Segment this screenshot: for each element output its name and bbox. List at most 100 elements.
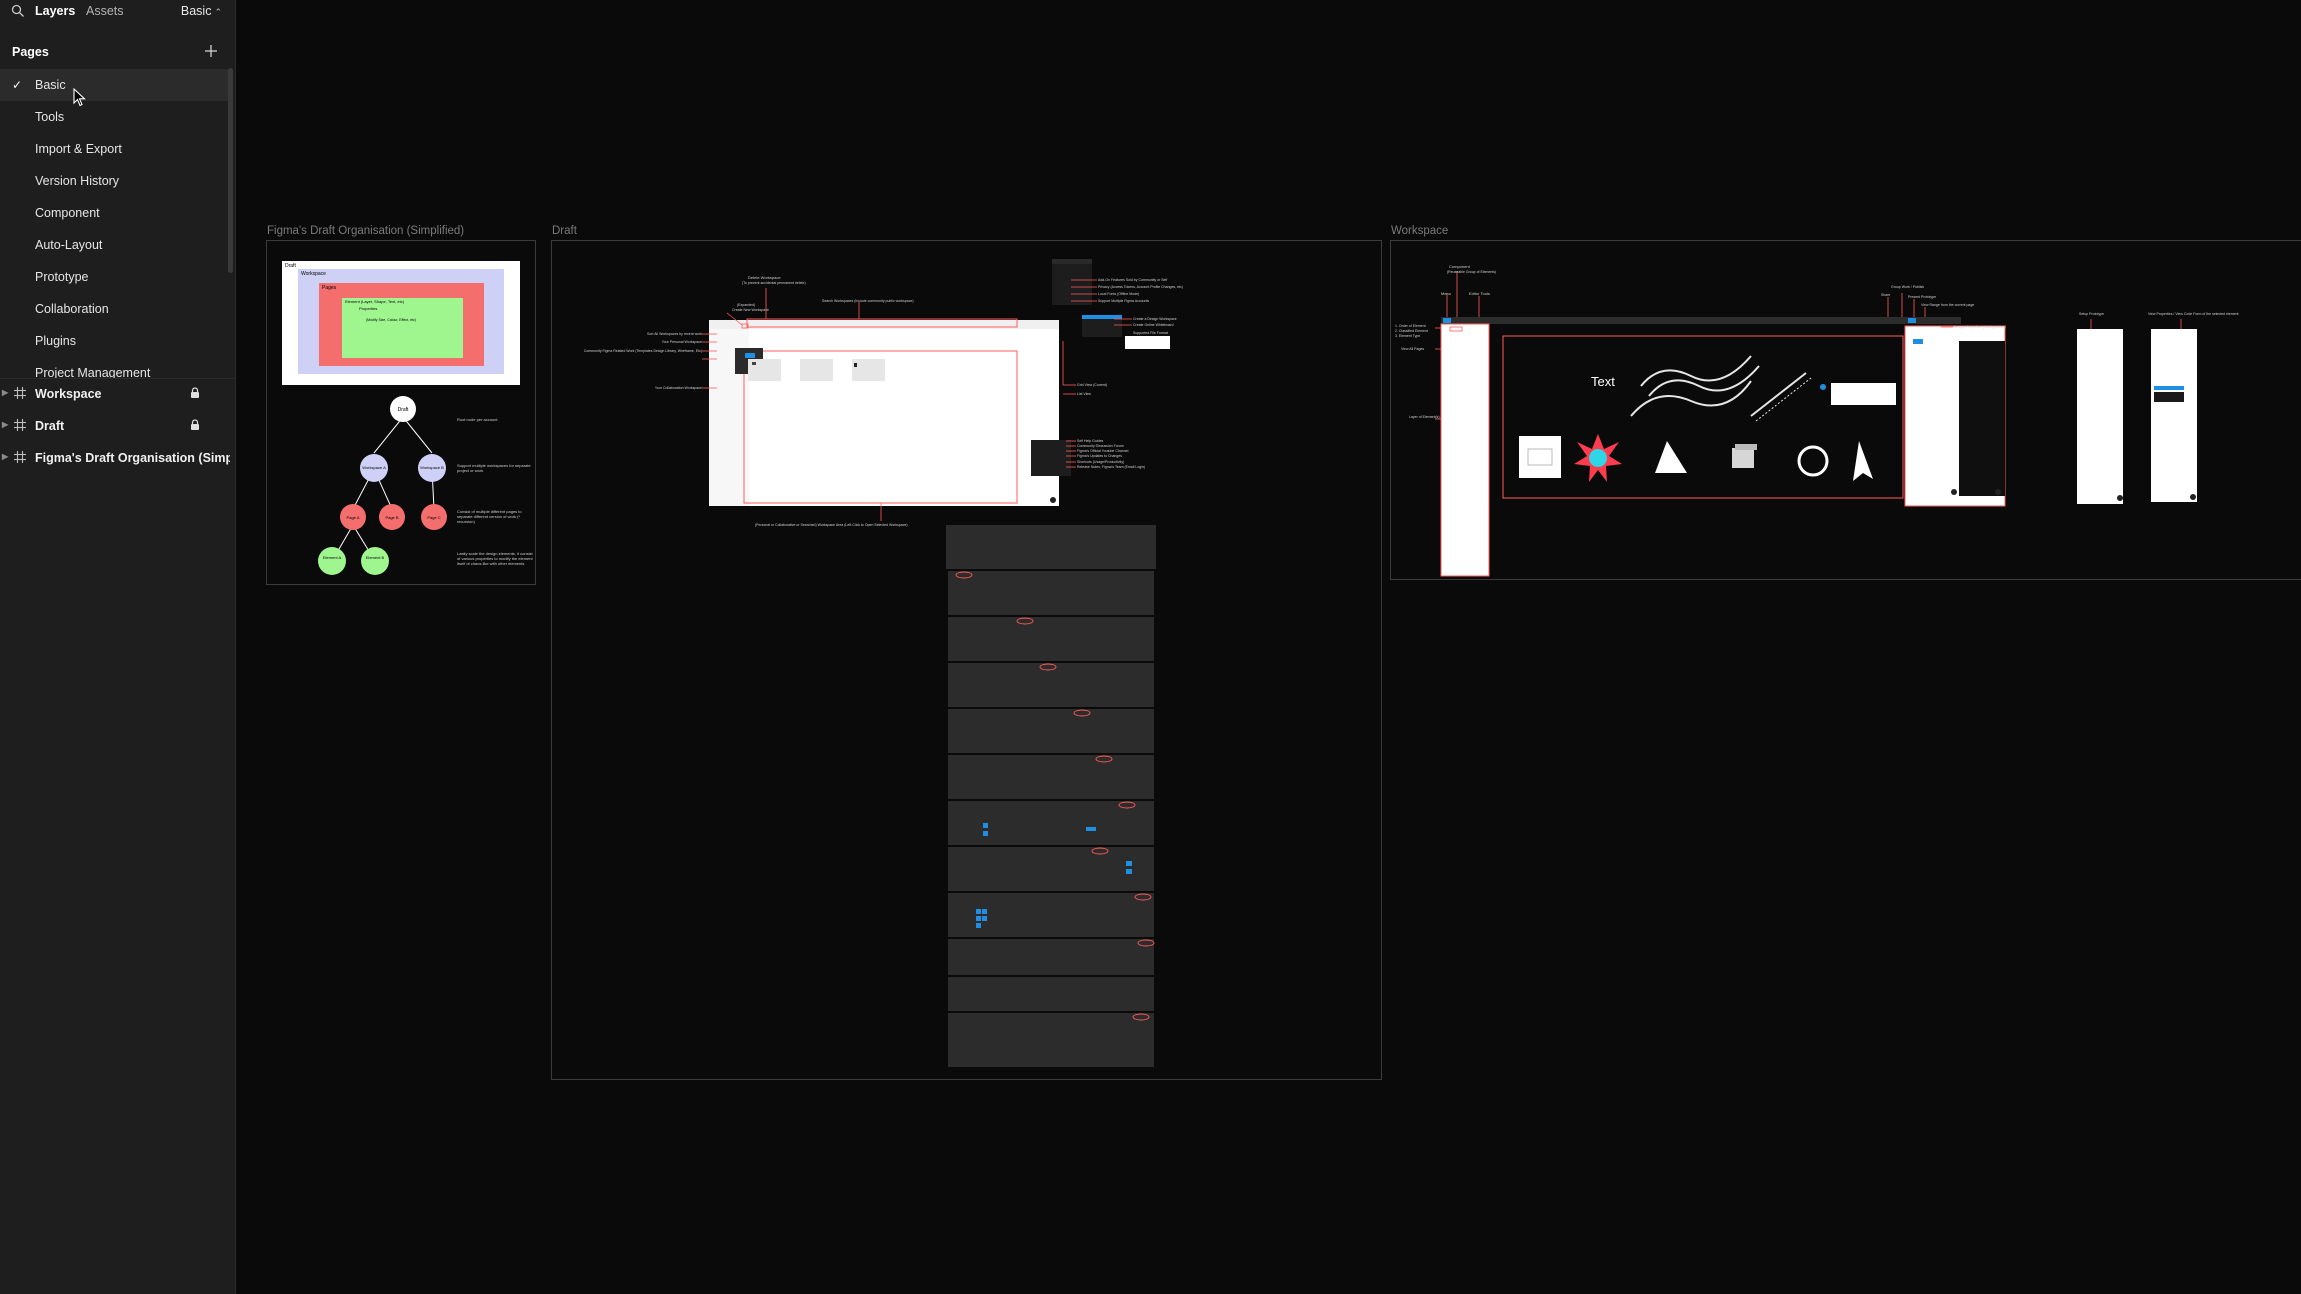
page-item-plugins[interactable]: Plugins	[0, 325, 228, 357]
annotation-add-features: Add-On Features Sold by Community or Sel…	[1098, 278, 1167, 282]
tree-node-label: Element B	[366, 555, 385, 560]
ring-shape	[1797, 445, 1829, 477]
page-item-component[interactable]: Component	[0, 197, 228, 229]
layers-sidebar	[1441, 324, 1489, 576]
annotation-updates: Figma's Updates to Changes	[1077, 454, 1122, 458]
annotation-group-work: Group Work / Publish	[1891, 285, 1924, 289]
caret-right-icon[interactable]: ▶	[2, 388, 8, 397]
annotation-menu: Menu	[1441, 291, 1451, 296]
annotation-personal-workspace: Your Personal Workspace	[662, 340, 702, 344]
frame-icon	[14, 419, 26, 431]
tab-layers[interactable]: Layers	[35, 4, 75, 18]
page-item-label: Import & Export	[35, 142, 122, 156]
tree-node-label: Element A	[323, 555, 342, 560]
square-shape	[1732, 448, 1754, 468]
canvas-area-outline	[1502, 335, 1904, 499]
annotation-grid-view: Grid View (Current)	[1077, 383, 1107, 387]
tree-node-label: Page A	[347, 515, 360, 520]
triangle-shape	[1655, 441, 1687, 473]
annotation-create-design: Create a Design Workspace	[1133, 317, 1177, 321]
annotation-view-pages: View All Pages	[1401, 347, 1424, 351]
frame-label-draft[interactable]: Draft	[552, 225, 577, 237]
scrollbar-thumb[interactable]	[228, 68, 233, 273]
annotation-design-properties: Design Properties (Configuration)	[1954, 325, 2006, 329]
page-item-prototype[interactable]: Prototype	[0, 261, 228, 293]
page-item-label: Auto-Layout	[35, 238, 103, 252]
layer-label: Figma's Draft Organisation (Simpli...	[35, 451, 230, 465]
tab-assets[interactable]: Assets	[86, 4, 124, 18]
annotation-bottom: (Personal or Collaborative or Searched) …	[755, 523, 908, 527]
frame-draft-organisation[interactable]: Draft Workspace Pages Element (Layer, Sh…	[266, 240, 536, 585]
layer-row-draft-organisation[interactable]: ▶ Figma's Draft Organisation (Simpli...	[0, 442, 236, 474]
add-page-icon[interactable]	[204, 44, 218, 58]
annotation-youtube: Figma's Official Youtube Channel	[1077, 449, 1129, 453]
annotation-community: Community Discussion Forum	[1077, 444, 1124, 448]
prototype-panel	[2077, 329, 2123, 504]
box-label-element: Element (Layer, Shape, Text, etc)	[345, 299, 405, 304]
page-item-basic[interactable]: ✓ Basic	[0, 69, 228, 101]
annotation-delete-note: (To prevent accidental permanent delete)	[742, 281, 806, 285]
lock-icon[interactable]	[190, 387, 200, 399]
tree-node-label: Page C	[427, 515, 440, 520]
annotation-present: Present Prototype	[1908, 295, 1936, 299]
search-icon[interactable]	[11, 4, 25, 18]
annotation-order: 1. Order of Element	[1395, 324, 1426, 328]
annotation-element-type: 3. Element Type	[1395, 334, 1420, 338]
frame-label-organisation[interactable]: Figma's Draft Organisation (Simplified)	[267, 225, 464, 237]
frame-draft[interactable]: Delete Workspace (To prevent accidental …	[551, 240, 1382, 1080]
note-elements: Lastly scale the design elements, it con…	[457, 551, 533, 566]
chevron-up-icon: ⌃	[214, 7, 222, 17]
tree-node-label: Draft	[398, 407, 409, 413]
caret-right-icon[interactable]: ▶	[2, 452, 8, 461]
annotation-component-note: (Reuseable Group of Elements)	[1447, 270, 1496, 274]
page-item-project-management[interactable]: Project Management	[0, 357, 228, 378]
annotation-expanded: (Expanded)	[737, 303, 755, 307]
layer-row-draft[interactable]: ▶ Draft	[0, 410, 236, 442]
annotation-supported-formats: Supported File Format	[1133, 331, 1168, 335]
page-item-tools[interactable]: Tools	[0, 101, 228, 133]
sample-text-element: Text	[1591, 374, 1615, 389]
annotation-create-whiteboard: Create Online Whiteboard	[1133, 323, 1174, 327]
workspace-annotated-mockup: Text Component (Reuseable Group of Eleme…	[1395, 264, 2239, 577]
layer-label: Draft	[35, 419, 65, 433]
frame-icon	[14, 387, 26, 399]
box-label-properties: Properties	[359, 306, 377, 311]
caret-right-icon[interactable]: ▶	[2, 420, 8, 429]
layer-row-workspace[interactable]: ▶ Workspace	[0, 378, 236, 410]
page-item-version-history[interactable]: Version History	[0, 165, 228, 197]
annotation-search-workspaces: Search Workspaces (Include community pub…	[822, 299, 914, 303]
organisation-diagram: Draft Workspace Pages Element (Layer, Sh…	[282, 261, 533, 575]
check-icon: ✓	[12, 78, 23, 92]
current-page-dropdown[interactable]: Basic ⌃	[181, 4, 222, 18]
page-item-label: Version History	[35, 174, 120, 188]
page-item-label: Collaboration	[35, 302, 109, 316]
note-root: Root node per account	[457, 417, 498, 422]
design-canvas[interactable]: Figma's Draft Organisation (Simplified) …	[237, 0, 2301, 1294]
note-workspaces: Support multiple workspaces for separate…	[457, 463, 531, 473]
annotation-community-templates: Community Figma Related Work (Templates …	[584, 349, 702, 353]
page-item-label: Tools	[35, 110, 65, 124]
tree-node-element-b	[361, 547, 389, 575]
frame-icon	[14, 451, 26, 463]
page-item-collaboration[interactable]: Collaboration	[0, 293, 228, 325]
frame-label-workspace[interactable]: Workspace	[1391, 225, 1448, 237]
annotation-setup-prototype: Setup Prototype	[2079, 312, 2104, 316]
pages-scrollbar[interactable]	[228, 68, 233, 273]
note-pages: Consist of multiple different pages to s…	[457, 509, 522, 524]
arrow-shape	[1853, 441, 1873, 481]
annotation-list-view: List View	[1077, 392, 1091, 396]
annotation-multiple-accounts: Support Multiple Figma Accounts	[1098, 299, 1149, 303]
frame-workspace[interactable]: Text Component (Reuseable Group of Eleme…	[1390, 240, 2301, 580]
annotation-help: Self Help Guides	[1077, 439, 1104, 443]
supported-file-popup	[1125, 336, 1170, 349]
draft-screen	[709, 320, 1059, 506]
lock-icon[interactable]	[190, 419, 200, 431]
page-item-import-export[interactable]: Import & Export	[0, 133, 228, 165]
box-label-properties-note: (Modify Size, Colour, Effect, etc)	[366, 318, 416, 322]
layers-panel: Layers Assets Basic ⌃ Pages ✓ Basic Tools…	[0, 0, 236, 1294]
layer-label: Workspace	[35, 387, 102, 401]
annotation-classified: 2. Classified Element	[1395, 329, 1428, 333]
page-item-label: Basic	[35, 78, 66, 92]
page-item-auto-layout[interactable]: Auto-Layout	[0, 229, 228, 261]
annotation-share: Share	[1881, 293, 1890, 297]
